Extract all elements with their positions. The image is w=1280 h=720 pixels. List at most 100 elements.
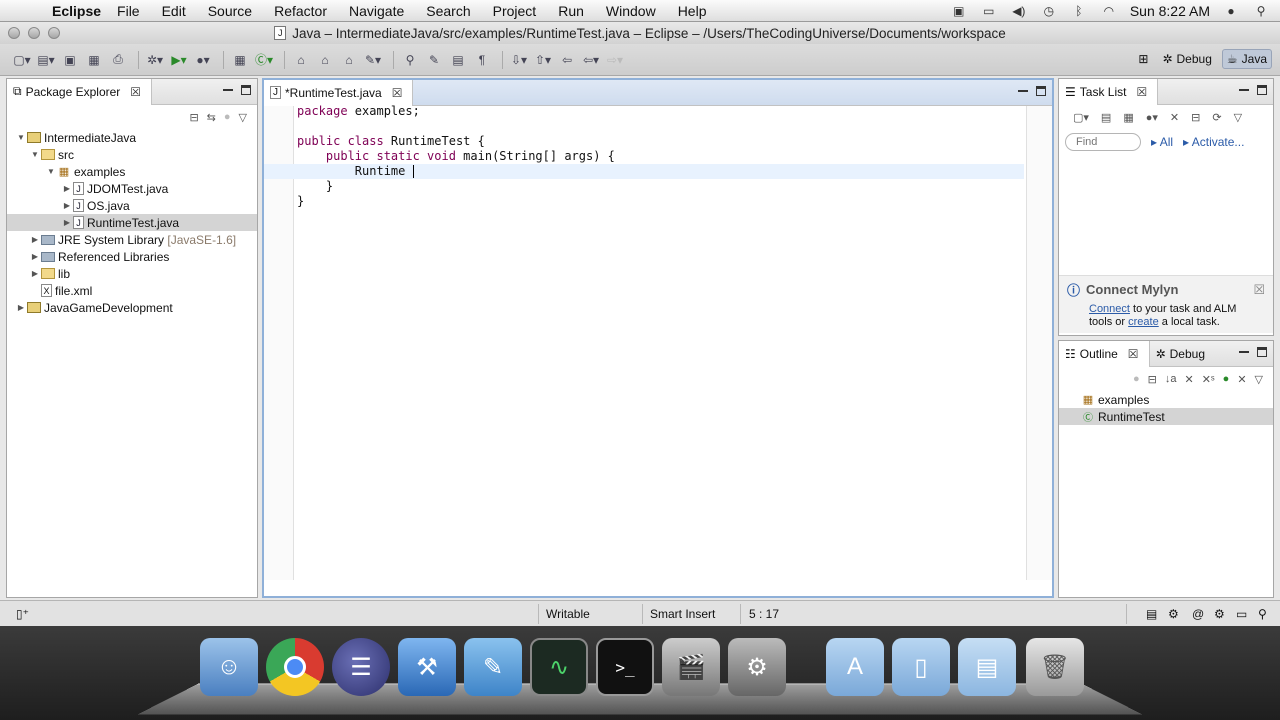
coverage-icon[interactable]: ●▾ bbox=[193, 50, 213, 70]
screen-record-icon[interactable]: ▣ bbox=[950, 4, 968, 18]
tree-item[interactable]: ▶ Referenced Libraries bbox=[7, 248, 257, 265]
open-task-icon[interactable]: ⌂ bbox=[315, 50, 335, 70]
sync-icon[interactable]: ⟳ bbox=[1212, 111, 1221, 124]
focus-icon[interactable]: ● bbox=[1133, 373, 1140, 385]
minimize-icon[interactable] bbox=[1239, 347, 1249, 353]
new-package-icon[interactable]: ▦ bbox=[230, 50, 250, 70]
zoom-window-button[interactable] bbox=[48, 27, 60, 39]
close-icon[interactable]: ☒ bbox=[1136, 85, 1147, 99]
tree-item[interactable]: ▼ IntermediateJava bbox=[7, 129, 257, 146]
highlight-occurrences-icon[interactable]: ✎ bbox=[424, 50, 444, 70]
display-icon[interactable]: ▭ bbox=[980, 4, 998, 18]
system-preferences-icon[interactable]: ⚙ bbox=[728, 638, 786, 696]
finder-icon[interactable]: ☺ bbox=[200, 638, 258, 696]
tree-item[interactable]: ▶ J JDOMTest.java bbox=[7, 180, 257, 197]
console-icon[interactable]: ▭ bbox=[1236, 607, 1247, 621]
bookmark-icon[interactable]: ⚙ bbox=[1214, 607, 1225, 621]
search-icon[interactable]: ✎▾ bbox=[363, 50, 383, 70]
previous-annotation-icon[interactable]: ⇧▾ bbox=[533, 50, 553, 70]
print-icon[interactable]: ⎙ bbox=[108, 50, 128, 70]
xcode-icon[interactable]: ⚒ bbox=[398, 638, 456, 696]
sort-icon[interactable]: ↓a bbox=[1165, 373, 1177, 385]
new-icon[interactable]: ▢▾ bbox=[12, 50, 32, 70]
maximize-icon[interactable] bbox=[241, 85, 251, 95]
tab-package-explorer[interactable]: ⧉ Package Explorer ☒ bbox=[7, 78, 153, 105]
search-results-icon[interactable]: ⚲ bbox=[1258, 607, 1267, 621]
last-edit-icon[interactable]: ⇦ bbox=[557, 50, 577, 70]
minimize-icon[interactable] bbox=[223, 85, 233, 91]
java-perspective-button[interactable]: ☕ Java bbox=[1221, 49, 1272, 69]
open-resource-icon[interactable]: ⌂ bbox=[339, 50, 359, 70]
tab-task-list[interactable]: ☰ Task List ☒ bbox=[1059, 78, 1159, 105]
run-icon[interactable]: ▶▾ bbox=[169, 50, 189, 70]
eclipse-icon[interactable]: ☰ bbox=[332, 638, 390, 696]
expanded-icon[interactable]: ▼ bbox=[29, 150, 41, 159]
open-type-icon[interactable]: ⌂ bbox=[291, 50, 311, 70]
toggle-annotation-icon[interactable]: ⚲ bbox=[400, 50, 420, 70]
menu-help[interactable]: Help bbox=[678, 3, 707, 19]
tree-item[interactable]: Xfile.xml bbox=[7, 282, 257, 299]
maximize-icon[interactable] bbox=[1257, 85, 1267, 95]
expanded-icon[interactable]: ▼ bbox=[45, 167, 57, 176]
maximize-icon[interactable] bbox=[1036, 86, 1046, 96]
maximize-icon[interactable] bbox=[1257, 347, 1267, 357]
save-icon[interactable]: ▣ bbox=[60, 50, 80, 70]
collapsed-icon[interactable]: ▶ bbox=[29, 252, 41, 261]
wifi-icon[interactable]: ◠ bbox=[1100, 4, 1118, 18]
categorized-icon[interactable]: ▤ bbox=[1101, 111, 1111, 124]
outline-item[interactable]: Ⓒ RuntimeTest bbox=[1059, 408, 1273, 425]
tree-item[interactable]: ▼ src bbox=[7, 146, 257, 163]
tree-item[interactable]: ▶ J RuntimeTest.java bbox=[7, 214, 257, 231]
task-icon[interactable]: ▤ bbox=[1146, 607, 1157, 621]
debug-run-icon[interactable]: ✲▾ bbox=[145, 50, 165, 70]
back-icon[interactable]: ⇦▾ bbox=[581, 50, 601, 70]
fast-view-icon[interactable]: ▯⁺ bbox=[16, 607, 29, 621]
create-link[interactable]: create bbox=[1128, 316, 1159, 328]
expanded-icon[interactable]: ▼ bbox=[15, 133, 27, 142]
menu-window[interactable]: Window bbox=[606, 3, 656, 19]
new-task-icon[interactable]: ▢▾ bbox=[1073, 111, 1089, 124]
collapsed-icon[interactable]: ▶ bbox=[61, 201, 73, 210]
volume-icon[interactable]: ◀) bbox=[1010, 4, 1028, 18]
connect-link[interactable]: Connect bbox=[1089, 303, 1130, 315]
tree-item[interactable]: ▶ JRE System Library [JavaSE-1.6] bbox=[7, 231, 257, 248]
next-annotation-icon[interactable]: ⇩▾ bbox=[509, 50, 529, 70]
forward-icon[interactable]: ⇨▾ bbox=[605, 50, 625, 70]
minimize-window-button[interactable] bbox=[28, 27, 40, 39]
link-with-editor-icon[interactable]: ⇆ bbox=[207, 111, 216, 124]
close-window-button[interactable] bbox=[8, 27, 20, 39]
app-menu[interactable]: Eclipse bbox=[52, 3, 101, 19]
save-all-icon[interactable]: ▦ bbox=[84, 50, 104, 70]
minimize-icon[interactable] bbox=[1239, 85, 1249, 91]
hide-fields-icon[interactable]: ✕ bbox=[1184, 373, 1193, 386]
collapse-all-icon[interactable]: ⊟ bbox=[189, 111, 198, 124]
collapse-all-icon[interactable]: ⊟ bbox=[1191, 111, 1200, 124]
view-menu-icon[interactable]: ▽ bbox=[1255, 373, 1263, 386]
menu-edit[interactable]: Edit bbox=[162, 3, 186, 19]
new-type-icon[interactable]: ▤▾ bbox=[36, 50, 56, 70]
close-icon[interactable]: ☒ bbox=[1128, 347, 1139, 361]
user-icon[interactable]: ● bbox=[1222, 4, 1240, 18]
new-class-icon[interactable]: Ⓒ▾ bbox=[254, 50, 274, 70]
hide-completed-icon[interactable]: ✕ bbox=[1170, 111, 1179, 124]
view-menu-icon[interactable]: ▽ bbox=[239, 111, 247, 124]
tab-debug[interactable]: ✲ Debug bbox=[1150, 341, 1215, 367]
menu-source[interactable]: Source bbox=[208, 3, 252, 19]
tree-item[interactable]: ▶ lib bbox=[7, 265, 257, 282]
collapsed-icon[interactable]: ▶ bbox=[29, 269, 41, 278]
downloads-folder-icon[interactable]: ▤ bbox=[958, 638, 1016, 696]
open-perspective-button[interactable]: ⊞ bbox=[1134, 50, 1152, 68]
collapse-all-icon[interactable]: ⊟ bbox=[1148, 373, 1157, 386]
hide-local-types-icon[interactable]: ✕ bbox=[1237, 373, 1246, 386]
spotlight-search-icon[interactable]: ⚲ bbox=[1252, 4, 1270, 18]
close-icon[interactable]: ☒ bbox=[1253, 282, 1265, 298]
activity-monitor-icon[interactable]: ∿ bbox=[530, 638, 588, 696]
show-whitespace-icon[interactable]: ¶ bbox=[472, 50, 492, 70]
outline-item[interactable]: ▦ examples bbox=[1059, 391, 1273, 408]
time-machine-icon[interactable]: ◷ bbox=[1040, 4, 1058, 18]
trash-icon[interactable]: 🗑 bbox=[1026, 638, 1084, 696]
tab-runtimetest-java[interactable]: J *RuntimeTest.java ☒ bbox=[264, 79, 414, 106]
tree-item[interactable]: ▶ J OS.java bbox=[7, 197, 257, 214]
menu-file[interactable]: File bbox=[117, 3, 140, 19]
hide-static-icon[interactable]: ✕ˢ bbox=[1202, 373, 1215, 386]
